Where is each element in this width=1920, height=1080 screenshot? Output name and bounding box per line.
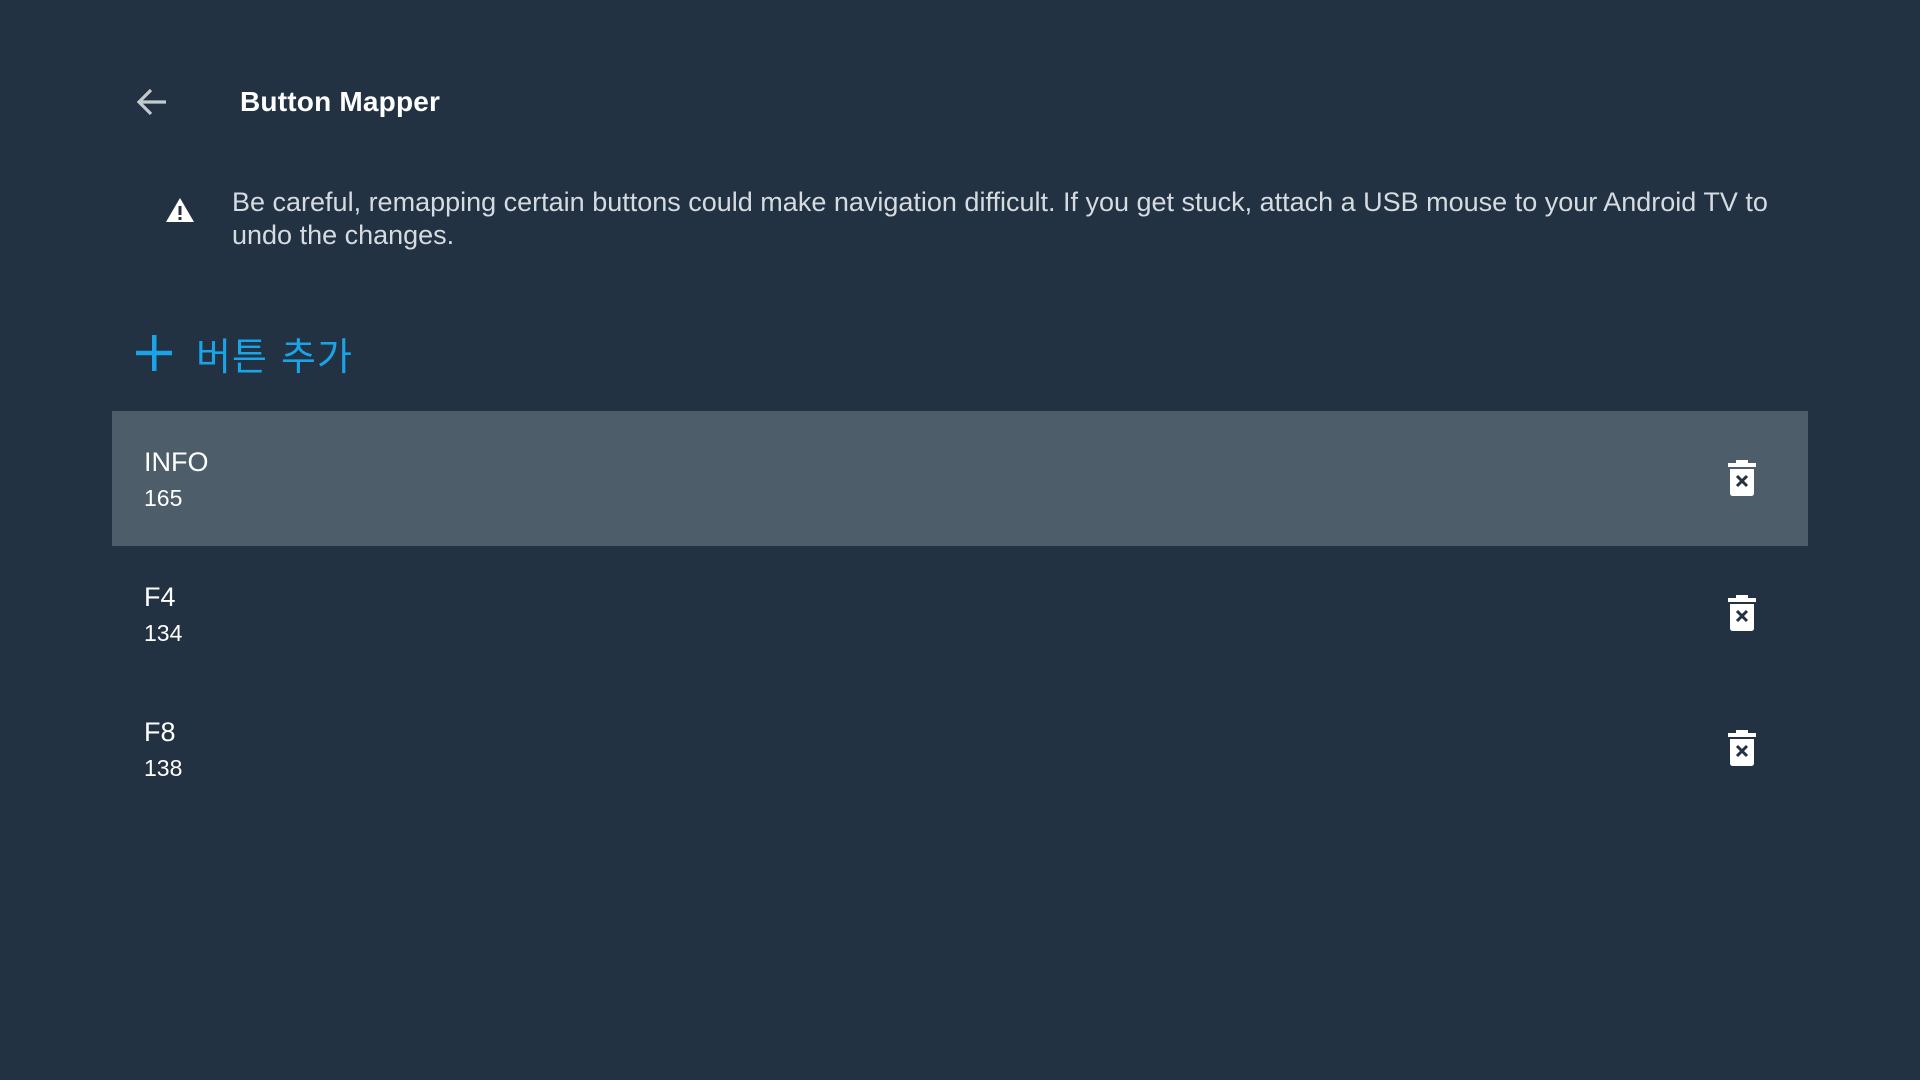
trash-x-icon [1728,460,1756,496]
warning-triangle-icon [166,198,194,222]
list-item-code: 138 [144,755,183,781]
trash-x-icon [1728,595,1756,631]
arrow-left-icon [136,88,166,116]
list-item-code: 165 [144,485,183,511]
list-item-name: INFO [144,447,209,477]
list-item-f4[interactable]: F4 134 [112,546,1808,681]
warning-text: Be careful, remapping certain buttons co… [232,187,1768,250]
list-item-name: F4 [144,582,176,612]
list-item-code: 134 [144,620,183,646]
back-button[interactable] [130,80,174,124]
add-button[interactable]: 버튼 추가 [134,330,353,379]
list-item-name: F8 [144,717,176,747]
warning-banner: Be careful, remapping certain buttons co… [164,186,1804,252]
button-list: INFO 165 F4 134 F8 138 [112,411,1808,816]
delete-button[interactable] [1724,593,1760,633]
delete-button[interactable] [1724,458,1760,498]
page-title: Button Mapper [240,86,441,117]
list-item-info[interactable]: INFO 165 [112,411,1808,546]
plus-icon [136,335,172,371]
add-button-label: 버튼 추가 [196,334,353,379]
list-item-f8[interactable]: F8 138 [112,681,1808,816]
trash-x-icon [1728,730,1756,766]
header: Button Mapper [130,78,440,126]
delete-button[interactable] [1724,728,1760,768]
